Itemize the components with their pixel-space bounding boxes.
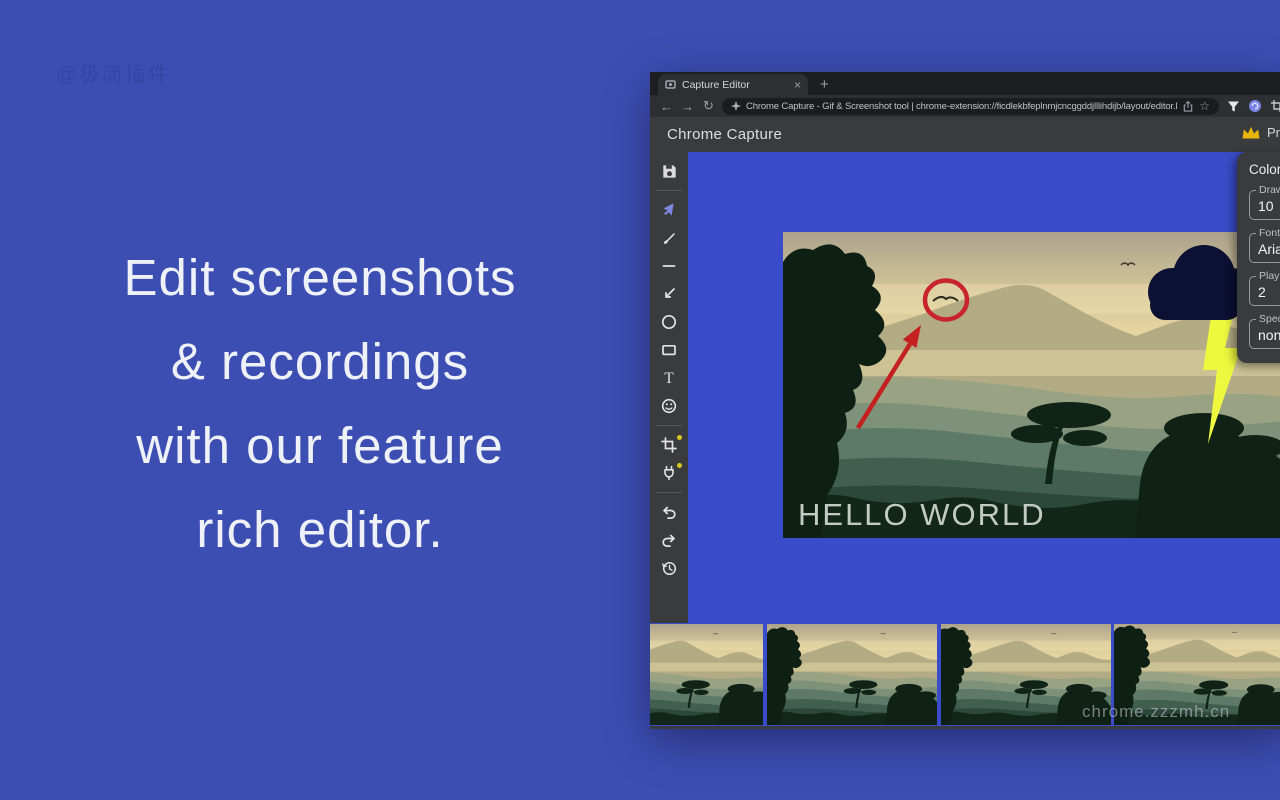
tab-capture-editor[interactable]: Capture Editor ×	[658, 74, 808, 95]
toolbar-separator	[656, 190, 682, 191]
arrow-tool-button[interactable]	[650, 280, 688, 308]
color-section-label: Color	[1249, 162, 1280, 177]
forward-button[interactable]: →	[677, 99, 698, 114]
premium-button[interactable]: Premium	[1241, 125, 1280, 140]
funnel-icon	[1227, 100, 1240, 113]
special-effect-label: Special Effect	[1256, 313, 1280, 325]
font-label: Font	[1256, 227, 1280, 239]
toolbar-separator	[656, 492, 682, 493]
ellipse-icon	[659, 312, 679, 332]
tab-close-icon[interactable]: ×	[794, 79, 801, 91]
premium-label: Premium	[1267, 125, 1280, 140]
editor-area: Chrome Capture Premium	[650, 117, 1280, 729]
line-icon	[659, 256, 679, 276]
app-title: Chrome Capture	[667, 126, 782, 143]
toolbar-separator	[656, 425, 682, 426]
ellipse-tool-button[interactable]	[650, 308, 688, 336]
redo-icon	[659, 530, 679, 550]
reload-button[interactable]: ↻	[698, 98, 719, 114]
capture-extension-button[interactable]	[1270, 99, 1280, 113]
draw-size-label: Draw Size	[1256, 184, 1280, 196]
crop-icon	[659, 435, 679, 455]
svg-text:T: T	[664, 370, 674, 387]
draw-size-value: 10	[1258, 198, 1280, 214]
undo-icon	[659, 502, 679, 522]
hero-line-2: & recordings	[30, 320, 610, 404]
playback-label: Playback	[1256, 270, 1280, 282]
effects-tool-button[interactable]	[650, 459, 688, 487]
smiley-icon	[659, 396, 679, 416]
special-effect-value: none	[1258, 327, 1280, 343]
tool-sidebar: T	[650, 152, 688, 623]
frame-thumbnail-2[interactable]	[767, 624, 937, 725]
playback-value: 2	[1258, 284, 1280, 300]
swirl-extension-button[interactable]	[1248, 99, 1262, 113]
emoji-tool-button[interactable]	[650, 392, 688, 420]
rectangle-tool-button[interactable]	[650, 336, 688, 364]
swirl-icon	[1248, 99, 1262, 113]
history-clock-icon	[659, 558, 679, 578]
editor-header: Chrome Capture Premium	[650, 117, 1280, 152]
notification-dot	[677, 435, 682, 440]
crown-icon	[1241, 125, 1261, 140]
tab-title: Capture Editor	[682, 79, 788, 91]
hello-world-text[interactable]: HELLO WORLD	[798, 497, 1046, 532]
history-button[interactable]	[650, 554, 688, 582]
text-tool-button[interactable]: T	[650, 364, 688, 392]
font-value: Arial	[1258, 241, 1280, 257]
options-panel: Color Draw Size 10 Font Arial Playback 2…	[1237, 152, 1280, 363]
hero-line-1: Edit screenshots	[30, 236, 610, 320]
url-input[interactable]: Chrome Capture - Gif & Screenshot tool |…	[722, 98, 1219, 115]
captured-image[interactable]: HELLO WORLD	[783, 232, 1280, 538]
frame-thumbnail-1[interactable]	[650, 624, 763, 725]
url-favicon-icon	[731, 101, 741, 111]
filter-extension-button[interactable]	[1227, 100, 1240, 113]
bookmark-star-icon[interactable]: ☆	[1199, 100, 1210, 112]
watermark-top: @极简插件	[56, 58, 171, 87]
new-tab-button[interactable]: +	[820, 77, 829, 92]
rectangle-icon	[659, 340, 679, 360]
crop-extension-icon	[1270, 99, 1280, 113]
arrow-icon	[659, 284, 679, 304]
redo-button[interactable]	[650, 526, 688, 554]
tab-strip: Capture Editor × +	[650, 72, 1280, 95]
save-button[interactable]	[650, 157, 688, 185]
undo-button[interactable]	[650, 498, 688, 526]
draw-size-field[interactable]: Draw Size 10	[1249, 190, 1280, 220]
effects-plug-icon	[659, 463, 679, 483]
brush-tool-button[interactable]	[650, 224, 688, 252]
tab-favicon-icon	[665, 79, 676, 90]
playback-field[interactable]: Playback 2	[1249, 276, 1280, 306]
share-icon[interactable]	[1182, 100, 1194, 113]
line-tool-button[interactable]	[650, 252, 688, 280]
hero-text: Edit screenshots & recordings with our f…	[30, 236, 610, 572]
hero-line-3: with our feature	[30, 404, 610, 488]
special-effect-field[interactable]: Special Effect none	[1249, 319, 1280, 349]
select-tool-button[interactable]	[650, 196, 688, 224]
browser-window: Capture Editor × + ← → ↻ Chrome Capture …	[650, 72, 1280, 729]
font-field[interactable]: Font Arial	[1249, 233, 1280, 263]
back-button[interactable]: ←	[656, 99, 677, 114]
brush-icon	[659, 228, 679, 248]
save-icon	[660, 162, 679, 181]
address-bar: ← → ↻ Chrome Capture - Gif & Screenshot …	[650, 95, 1280, 117]
watermark-bottom: chrome.zzzmh.cn	[1082, 702, 1230, 722]
notification-dot	[677, 463, 682, 468]
hero-line-4: rich editor.	[30, 488, 610, 572]
text-icon: T	[659, 368, 679, 388]
url-text: Chrome Capture - Gif & Screenshot tool |…	[746, 101, 1177, 112]
cursor-icon	[659, 200, 679, 220]
crop-tool-button[interactable]	[650, 431, 688, 459]
